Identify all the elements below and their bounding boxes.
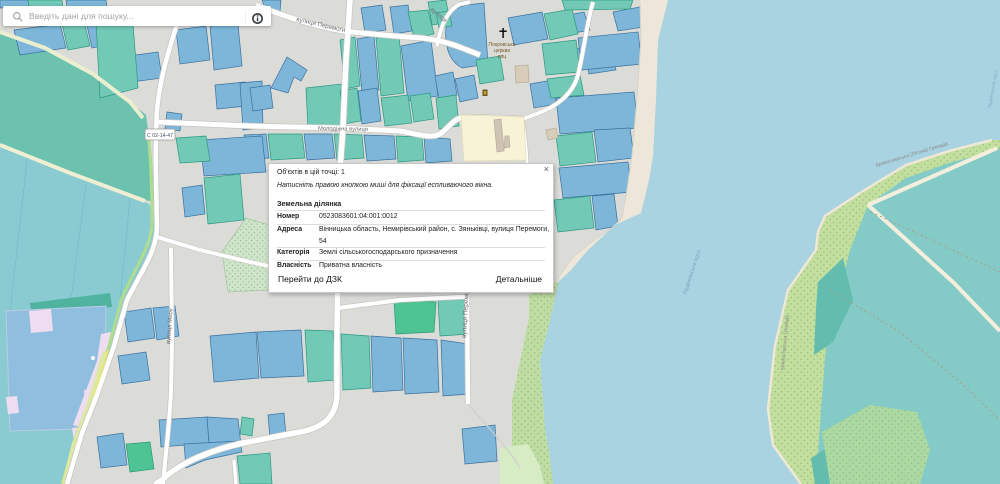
svg-text:С 02-14-47: С 02-14-47	[147, 133, 173, 139]
svg-text:рпц: рпц	[498, 54, 506, 60]
svg-text:Молодіжна вулиця: Молодіжна вулиця	[318, 126, 368, 133]
